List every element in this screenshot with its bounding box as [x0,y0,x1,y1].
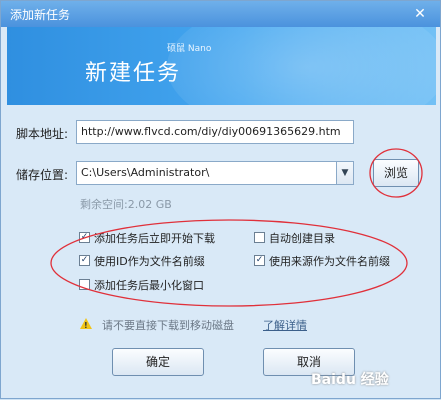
chevron-down-icon[interactable]: ▼ [336,162,353,184]
option-minimize-checkbox[interactable] [79,279,90,290]
learn-more-link[interactable]: 了解详情 [263,317,307,333]
warning-text: 请不要直接下载到移动磁盘 [102,319,234,332]
watermark: Baidu 经验 [311,372,389,388]
option-id-prefix-label: 使用ID作为文件名前缀 [94,255,205,268]
ok-button[interactable]: 确定 [112,348,204,376]
brand-label: 硕鼠 Nano [167,44,212,54]
save-location-value: C:\Users\Administrator\ [81,166,210,179]
save-location-dropdown[interactable]: C:\Users\Administrator\ ▼ [76,161,354,185]
script-url-label: 脚本地址: [16,127,69,141]
window-title: 添加新任务 [10,8,71,22]
banner-glow [167,27,436,105]
option-create-dir-checkbox[interactable] [254,232,265,243]
option-source-prefix-label: 使用来源作为文件名前缀 [269,255,390,268]
browse-button[interactable]: 浏览 [373,159,419,187]
title-bar: 添加新任务 ✕ [1,1,440,27]
option-source-prefix-checkbox[interactable]: ✓ [254,255,265,266]
close-icon[interactable]: ✕ [410,4,430,24]
free-space-text: 剩余空间:2.02 GB [80,198,172,211]
banner-title: 新建任务 [85,61,182,86]
option-start-download-label: 添加任务后立即开始下载 [94,232,215,245]
banner: 硕鼠 Nano 新建任务 [7,27,436,105]
warning-mark: ! [84,321,88,330]
option-start-download-checkbox[interactable]: ✓ [79,232,90,243]
option-minimize-label: 添加任务后最小化窗口 [94,279,204,292]
script-url-input[interactable]: http://www.flvcd.com/diy/diy00691365629.… [76,120,354,144]
add-task-dialog: 添加新任务 ✕ 硕鼠 Nano 新建任务 脚本地址: http://www.fl… [0,0,441,399]
option-create-dir-label: 自动创建目录 [269,232,335,245]
option-id-prefix-checkbox[interactable]: ✓ [79,255,90,266]
save-location-label: 储存位置: [16,168,69,182]
